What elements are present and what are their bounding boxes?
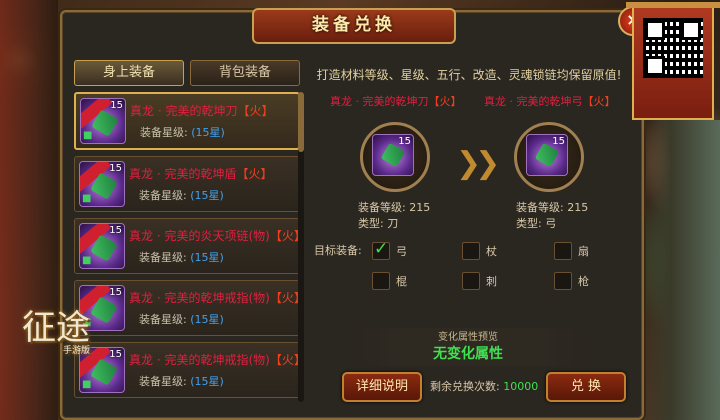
source-item-stats: 装备等级: 215 类型: 刀 <box>358 200 430 232</box>
equipment-list-item[interactable]: 15 ■ 真龙 · 完美的乾坤戒指(物)【火】 装备星级: (15星) <box>74 280 306 336</box>
option-bow[interactable]: 弓 <box>372 239 407 260</box>
lock-icon: ■ <box>82 193 92 204</box>
source-item-slot: 15 <box>360 122 430 192</box>
checkbox[interactable] <box>462 272 480 290</box>
source-type: 类型: 刀 <box>358 217 399 230</box>
equipment-list-column: 身上装备 背包装备 15 ■ 真龙 · 完美的乾坤刀【火】 装备星级: (15星… <box>74 60 306 410</box>
equipment-list-item[interactable]: 15 ■ 真龙 · 完美的乾坤刀【火】 装备星级: (15星) <box>74 92 300 150</box>
equipment-list-item[interactable]: 15 ■ 真龙 · 完美的炎天项链(物)【火】 装备星级: (15星) <box>74 218 306 274</box>
qr-finder <box>681 20 701 40</box>
target-item-stats: 装备等级: 215 类型: 弓 <box>516 200 588 232</box>
qr-finder <box>645 56 665 76</box>
lock-icon: ■ <box>82 379 92 390</box>
checkbox[interactable] <box>554 242 572 260</box>
item-star: 装备星级: (15星) <box>139 251 224 264</box>
source-level: 装备等级: 215 <box>358 201 431 214</box>
equipment-tabs: 身上装备 背包装备 <box>74 60 300 86</box>
double-arrow-icon: ❯❯ <box>456 146 500 181</box>
game-logo-text: 征途 <box>22 308 90 348</box>
equipment-list: 15 ■ 真龙 · 完美的乾坤刀【火】 装备星级: (15星) 15 ■ 真龙 … <box>74 92 306 398</box>
item-name: 真龙 · 完美的乾坤盾【火】 <box>129 167 273 181</box>
item-level: 15 <box>109 349 122 360</box>
lock-icon: ■ <box>82 255 92 266</box>
equipment-thumbnail: 15 ■ <box>79 161 125 207</box>
exchange-button[interactable]: 兑 换 <box>546 372 626 402</box>
option-club[interactable]: 棍 <box>372 272 407 290</box>
checkbox[interactable] <box>462 242 480 260</box>
target-item-slot: 15 <box>514 122 584 192</box>
qr-code-banner <box>626 2 720 120</box>
item-name: 真龙 · 完美的乾坤刀【火】 <box>130 104 274 118</box>
item-star: 装备星级: (15星) <box>139 189 224 202</box>
target-type: 类型: 弓 <box>516 217 557 230</box>
checkbox[interactable] <box>554 272 572 290</box>
exchange-detail-area: 打造材料等级、星级、五行、改造、灵魂锁链均保留原值! 真龙 · 完美的乾坤刀【火… <box>308 60 630 410</box>
equipment-thumbnail: 15 ■ <box>80 98 126 144</box>
equipment-thumbnail: 15 ■ <box>79 223 125 269</box>
item-name: 真龙 · 完美的乾坤戒指(物)【火】 <box>129 291 306 305</box>
source-item-name: 真龙 · 完美的乾坤刀【火】 <box>330 95 462 108</box>
target-level: 装备等级: 215 <box>516 201 589 214</box>
source-item-level: 15 <box>398 136 411 147</box>
qr-finder <box>645 20 665 40</box>
option-staff[interactable]: 杖 <box>462 242 497 260</box>
option-fan[interactable]: 扇 <box>554 242 589 260</box>
tab-bag-equipment[interactable]: 背包装备 <box>190 60 300 86</box>
item-star: 装备星级: (15星) <box>139 313 224 326</box>
background-right-rim <box>650 120 720 420</box>
checkbox[interactable] <box>372 272 390 290</box>
item-level: 15 <box>109 225 122 236</box>
remaining-exchanges: 剩余兑换次数: 10000 <box>430 380 539 393</box>
scrollbar-thumb[interactable] <box>298 92 304 152</box>
item-star: 装备星级: (15星) <box>139 375 224 388</box>
attribute-change-preview: 变化属性预览 无变化属性 <box>348 328 588 366</box>
option-spear[interactable]: 枪 <box>554 272 589 290</box>
item-level: 15 <box>110 100 123 111</box>
target-item-icon: 15 <box>526 134 568 176</box>
tab-worn-equipment[interactable]: 身上装备 <box>74 60 184 86</box>
target-item-level: 15 <box>552 136 565 147</box>
item-star: 装备星级: (15星) <box>140 126 225 139</box>
source-item-icon: 15 <box>372 134 414 176</box>
item-name: 真龙 · 完美的炎天项链(物)【火】 <box>129 229 306 243</box>
retention-note: 打造材料等级、星级、五行、改造、灵魂锁链均保留原值! <box>316 68 622 82</box>
preview-title: 变化属性预览 <box>438 332 498 343</box>
equipment-exchange-panel: 装备兑换 × 身上装备 背包装备 15 ■ 真龙 · 完美的乾坤刀【火】 装备星… <box>60 6 648 420</box>
lock-icon: ■ <box>83 130 93 141</box>
equipment-list-item[interactable]: 15 ■ 真龙 · 完美的乾坤戒指(物)【火】 装备星级: (15星) <box>74 342 306 398</box>
detail-button[interactable]: 详细说明 <box>342 372 422 402</box>
item-level: 15 <box>109 163 122 174</box>
panel-title: 装备兑换 <box>312 15 396 35</box>
target-equipment-label: 目标装备: <box>314 244 362 257</box>
target-item-name: 真龙 · 完美的乾坤弓【火】 <box>484 95 616 108</box>
panel-title-bar: 装备兑换 <box>252 8 456 44</box>
preview-value: 无变化属性 <box>433 346 503 362</box>
checkbox[interactable] <box>372 239 390 260</box>
game-logo: 征途 手游版 <box>22 310 90 356</box>
equipment-list-scrollbar[interactable] <box>298 92 304 402</box>
exchange-names-row: 真龙 · 完美的乾坤刀【火】 真龙 · 完美的乾坤弓【火】 <box>308 93 630 113</box>
background-left-rim <box>0 0 58 420</box>
item-level: 15 <box>109 287 122 298</box>
item-name: 真龙 · 完美的乾坤戒指(物)【火】 <box>129 353 306 367</box>
qr-code[interactable] <box>643 18 703 78</box>
option-thrust[interactable]: 刺 <box>462 272 497 290</box>
equipment-list-item[interactable]: 15 ■ 真龙 · 完美的乾坤盾【火】 装备星级: (15星) <box>74 156 300 212</box>
